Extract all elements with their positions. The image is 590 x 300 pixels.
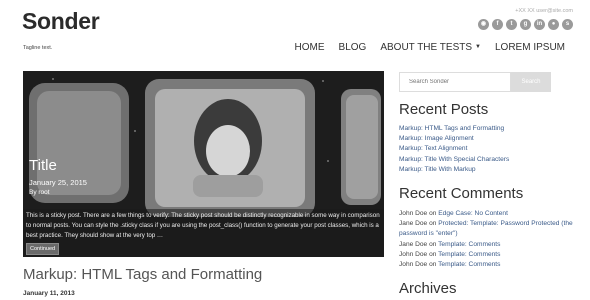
comment-author: John Doe — [399, 261, 428, 269]
post-title[interactable]: Markup: HTML Tags and Formatting — [23, 266, 262, 283]
search-button[interactable]: Search — [511, 72, 551, 92]
main-nav: HOME BLOG ABOUT THE TESTS ▼ LOREM IPSUM — [281, 42, 565, 53]
recent-post-link[interactable]: Markup: Text Alignment — [399, 144, 509, 154]
hero-byline[interactable]: By root — [29, 189, 50, 196]
comment-post-link[interactable]: Template: Comments — [438, 261, 500, 268]
comment-item: John Doe on Edge Case: No Content — [399, 209, 579, 219]
comment-on: on — [429, 250, 437, 258]
comment-on: on — [429, 210, 437, 217]
nav-item-home[interactable]: HOME — [295, 42, 325, 53]
linkedin-icon[interactable]: in — [534, 19, 545, 30]
social-icons: ◉ f t g in ● s — [478, 19, 573, 30]
comment-author: Jane Doe — [399, 220, 428, 228]
search-input[interactable] — [399, 72, 511, 92]
recent-post-link[interactable]: Markup: HTML Tags and Formatting — [399, 124, 509, 134]
skype-icon[interactable]: s — [562, 19, 573, 30]
github-icon[interactable]: ◉ — [478, 19, 489, 30]
hero-title[interactable]: Title — [29, 157, 57, 174]
recent-posts-list: Markup: HTML Tags and Formatting Markup:… — [399, 124, 509, 175]
site-title[interactable]: Sonder — [22, 8, 100, 35]
post-date: January 11, 2013 — [23, 290, 75, 297]
header-contact: +XX XX user@site.com — [515, 8, 573, 14]
recent-post-link[interactable]: Markup: Title With Special Characters — [399, 155, 509, 165]
google-plus-icon[interactable]: g — [520, 19, 531, 30]
archives-title: Archives — [399, 280, 457, 297]
nav-item-lorem-ipsum[interactable]: LOREM IPSUM — [495, 42, 565, 53]
chevron-down-icon: ▼ — [475, 44, 481, 51]
hero-excerpt: This is a sticky post. There are a few t… — [23, 209, 384, 257]
recent-post-link[interactable]: Markup: Image Alignment — [399, 134, 509, 144]
continued-button[interactable]: Continued — [26, 243, 60, 255]
comment-on: on — [429, 240, 437, 248]
twitter-icon[interactable]: t — [506, 19, 517, 30]
comment-author: Jane Doe — [399, 240, 428, 248]
hero-date: January 25, 2015 — [29, 178, 87, 187]
flickr-icon[interactable]: ● — [548, 19, 559, 30]
comment-on: on — [429, 220, 437, 228]
nav-item-about-the-tests[interactable]: ABOUT THE TESTS ▼ — [380, 42, 481, 53]
comment-post-link[interactable]: Template: Comments — [438, 251, 500, 258]
comment-item: Jane Doe on Protected: Template: Passwor… — [399, 219, 579, 239]
recent-posts-title: Recent Posts — [399, 101, 489, 118]
nav-item-about-label: ABOUT THE TESTS — [380, 42, 473, 53]
recent-comments-list: John Doe on Edge Case: No Content Jane D… — [399, 209, 579, 270]
recent-post-link[interactable]: Markup: Title With Markup — [399, 165, 509, 175]
comment-author: John Doe — [399, 210, 428, 217]
comment-author: John Doe — [399, 250, 428, 258]
comment-post-link[interactable]: Template: Comments — [438, 241, 500, 248]
comment-item: John Doe on Template: Comments — [399, 260, 579, 270]
sticky-post-hero: Title January 25, 2015 By root This is a… — [23, 71, 384, 257]
comment-item: Jane Doe on Template: Comments — [399, 240, 579, 250]
facebook-icon[interactable]: f — [492, 19, 503, 30]
comment-item: John Doe on Template: Comments — [399, 250, 579, 260]
comment-post-link[interactable]: Edge Case: No Content — [438, 210, 508, 217]
nav-item-blog[interactable]: BLOG — [339, 42, 367, 53]
recent-comments-title: Recent Comments — [399, 185, 524, 202]
comment-on: on — [429, 261, 437, 269]
site-tagline: Tagline text. — [23, 45, 53, 51]
